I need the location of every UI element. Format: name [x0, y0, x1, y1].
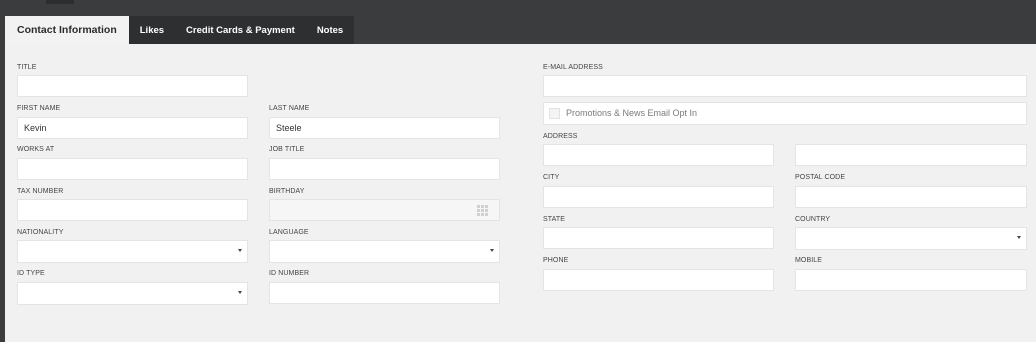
- first-name-label: FIRST NAME: [17, 105, 61, 112]
- top-bar: [0, 0, 1036, 16]
- city-input[interactable]: [543, 186, 774, 208]
- nationality-select[interactable]: [17, 240, 248, 263]
- works-at-label: WORKS AT: [17, 146, 55, 153]
- state-label: STATE: [543, 216, 566, 223]
- tab-contact-information[interactable]: Contact Information: [5, 16, 129, 44]
- chevron-down-icon: [238, 249, 242, 252]
- optin-checkbox[interactable]: [549, 108, 560, 119]
- birthday-input[interactable]: [269, 199, 500, 221]
- language-label: LANGUAGE: [269, 229, 309, 236]
- tab-bar: Contact Information Likes Credit Cards &…: [5, 16, 355, 44]
- address-line-2-input[interactable]: [795, 144, 1027, 166]
- tax-number-label: TAX NUMBER: [17, 188, 64, 195]
- mobile-input[interactable]: [795, 269, 1027, 291]
- city-label: CITY: [543, 174, 560, 181]
- top-bar-handle: [46, 0, 74, 4]
- contact-form-panel: TITLE FIRST NAME Kevin LAST NAME Steele …: [5, 44, 1036, 342]
- tab-likes[interactable]: Likes: [128, 16, 176, 44]
- id-number-label: ID NUMBER: [269, 270, 310, 277]
- state-input[interactable]: [543, 227, 774, 249]
- postal-code-input[interactable]: [795, 186, 1027, 208]
- tab-credit-cards-payment[interactable]: Credit Cards & Payment: [175, 16, 306, 44]
- id-number-input[interactable]: [269, 282, 500, 304]
- title-input[interactable]: [17, 75, 248, 97]
- nationality-label: NATIONALITY: [17, 229, 64, 236]
- chevron-down-icon: [1017, 236, 1021, 239]
- country-select[interactable]: [795, 227, 1027, 250]
- job-title-input[interactable]: [269, 158, 500, 180]
- chevron-down-icon: [238, 291, 242, 294]
- optin-label: Promotions & News Email Opt In: [566, 108, 698, 118]
- email-input[interactable]: [543, 75, 1027, 97]
- language-select[interactable]: [269, 240, 500, 263]
- phone-label: PHONE: [543, 257, 569, 264]
- works-at-input[interactable]: [17, 158, 248, 180]
- chevron-down-icon: [490, 249, 494, 252]
- job-title-label: JOB TITLE: [269, 146, 305, 153]
- calendar-grid-icon[interactable]: [477, 205, 488, 216]
- email-label: E-MAIL ADDRESS: [543, 64, 603, 71]
- title-label: TITLE: [17, 64, 37, 71]
- birthday-label: BIRTHDAY: [269, 188, 305, 195]
- address-line-1-input[interactable]: [543, 144, 774, 166]
- address-label: ADDRESS: [543, 133, 578, 140]
- phone-input[interactable]: [543, 269, 774, 291]
- first-name-input[interactable]: Kevin: [17, 117, 248, 139]
- tax-number-input[interactable]: [17, 199, 248, 221]
- last-name-input[interactable]: Steele: [269, 117, 500, 139]
- tab-notes[interactable]: Notes: [305, 16, 355, 44]
- country-label: COUNTRY: [795, 216, 831, 223]
- last-name-label: LAST NAME: [269, 105, 310, 112]
- promotions-optin[interactable]: Promotions & News Email Opt In: [543, 102, 1027, 125]
- id-type-select[interactable]: [17, 282, 248, 305]
- id-type-label: ID TYPE: [17, 270, 45, 277]
- postal-code-label: POSTAL CODE: [795, 174, 846, 181]
- mobile-label: MOBILE: [795, 257, 823, 264]
